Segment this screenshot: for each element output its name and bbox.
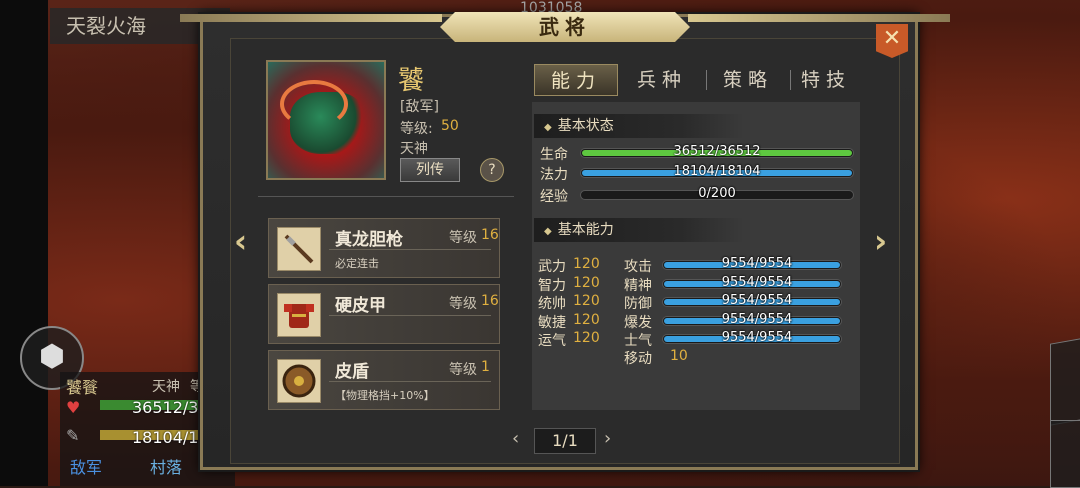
spear-icon	[277, 227, 321, 271]
equipment-level: 16	[481, 227, 499, 243]
page-indicator: 1/1	[534, 428, 596, 454]
equipment-level-label: 等级	[449, 230, 477, 246]
equipment-level-label: 等级	[449, 362, 477, 378]
divider	[258, 196, 514, 197]
basic-ability-header: ◆ 基本能力	[534, 218, 744, 242]
equipment-level-label: 等级	[449, 296, 477, 312]
combat-stat-value: 9554/9554	[721, 293, 793, 308]
bg-unit-title: 天神	[152, 379, 180, 395]
hp-label: 生命	[540, 147, 568, 163]
combat-stat-name: 攻击	[624, 259, 652, 275]
help-icon[interactable]: ?	[480, 158, 504, 182]
attr-value: 120	[573, 293, 600, 309]
equipment-slot-weapon[interactable]: 真龙胆枪 等级 16 必定连击	[268, 218, 500, 278]
armor-icon	[277, 293, 321, 337]
attr-value: 120	[573, 330, 600, 346]
next-hero-arrow-icon[interactable]: ›	[874, 222, 887, 260]
hero-rank: 天神	[400, 141, 428, 157]
bg-unit-faction: 敌军	[70, 458, 103, 477]
dialog-title: 武将	[440, 12, 690, 42]
attr-name: 统帅	[538, 296, 566, 312]
equipment-divider	[329, 315, 491, 316]
equipment-description: 必定连击	[335, 257, 379, 270]
tab-strategy[interactable]: 策略	[706, 64, 790, 96]
hero-level: 50	[441, 118, 459, 134]
side-panel-button[interactable]	[1050, 336, 1080, 426]
combat-stat-value: 9554/9554	[721, 312, 793, 327]
tab-troop-type[interactable]: 兵种	[620, 64, 704, 96]
attr-name: 智力	[538, 278, 566, 294]
side-panel-button-2[interactable]	[1050, 420, 1080, 488]
move-value: 10	[670, 348, 688, 364]
exp-value: 0/200	[698, 186, 736, 201]
combat-stat-name: 士气	[624, 333, 652, 349]
tab-special-skill[interactable]: 特技	[790, 64, 862, 96]
attr-value: 120	[573, 275, 600, 291]
mp-value: 18104/18104	[673, 164, 761, 179]
combat-stat-name: 爆发	[624, 315, 652, 331]
hero-name: 饕	[398, 66, 425, 96]
combat-stat-value: 9554/9554	[721, 330, 793, 345]
equipment-divider	[329, 249, 491, 250]
combat-stat-name: 防御	[624, 296, 652, 312]
attr-value: 120	[573, 312, 600, 328]
heart-icon: ♥	[66, 398, 81, 417]
equipment-slot-armor[interactable]: 硬皮甲 等级 16	[268, 284, 500, 344]
pager-next-icon[interactable]: ›	[604, 428, 611, 449]
basic-status-header: ◆ 基本状态	[534, 114, 744, 138]
flame-swirl	[280, 80, 348, 128]
attr-name: 武力	[538, 259, 566, 275]
equipment-level: 16	[481, 293, 499, 309]
title-ornament-right	[688, 14, 950, 22]
shield-icon	[277, 359, 321, 403]
move-label: 移动	[624, 351, 652, 367]
previous-hero-arrow-icon[interactable]: ‹	[234, 222, 247, 260]
equipment-name: 硬皮甲	[335, 296, 386, 316]
diamond-bullet-icon: ◆	[544, 226, 552, 237]
attr-name: 敏捷	[538, 315, 566, 331]
combat-stat-name: 精神	[624, 278, 652, 294]
section-title: 基本能力	[557, 222, 614, 238]
left-edge-strip	[0, 0, 48, 486]
hero-portrait	[266, 60, 386, 180]
mp-label: 法力	[540, 167, 568, 183]
equipment-level: 1	[481, 359, 490, 375]
diamond-bullet-icon: ◆	[544, 122, 552, 133]
bg-unit-name: 饕餮	[66, 378, 99, 397]
biography-button[interactable]: 列传	[400, 158, 460, 182]
attr-name: 运气	[538, 333, 566, 349]
hero-level-label: 等级:	[400, 121, 433, 137]
equipment-divider	[329, 381, 491, 382]
equipment-slot-shield[interactable]: 皮盾 等级 1 【物理格挡+10%】	[268, 350, 500, 410]
tab-bar: 能力 兵种 策略 特技	[534, 64, 862, 96]
close-icon[interactable]: ✕	[876, 24, 908, 58]
exp-label: 经验	[540, 189, 568, 205]
equipment-name: 真龙胆枪	[335, 230, 403, 250]
title-ornament-left	[180, 14, 442, 22]
feather-icon: ✎	[66, 426, 80, 445]
equipment-name: 皮盾	[335, 362, 369, 382]
combat-stat-value: 9554/9554	[721, 256, 793, 271]
hero-faction: [敌军]	[400, 99, 439, 115]
pager-prev-icon[interactable]: ‹	[512, 428, 519, 449]
hp-value: 36512/36512	[673, 144, 761, 159]
section-title: 基本状态	[557, 118, 614, 134]
equipment-description: 【物理格挡+10%】	[335, 389, 435, 402]
attr-value: 120	[573, 256, 600, 272]
bg-unit-location: 村落	[150, 458, 183, 477]
combat-stat-value: 9554/9554	[721, 275, 793, 290]
tab-ability[interactable]: 能力	[534, 64, 618, 96]
